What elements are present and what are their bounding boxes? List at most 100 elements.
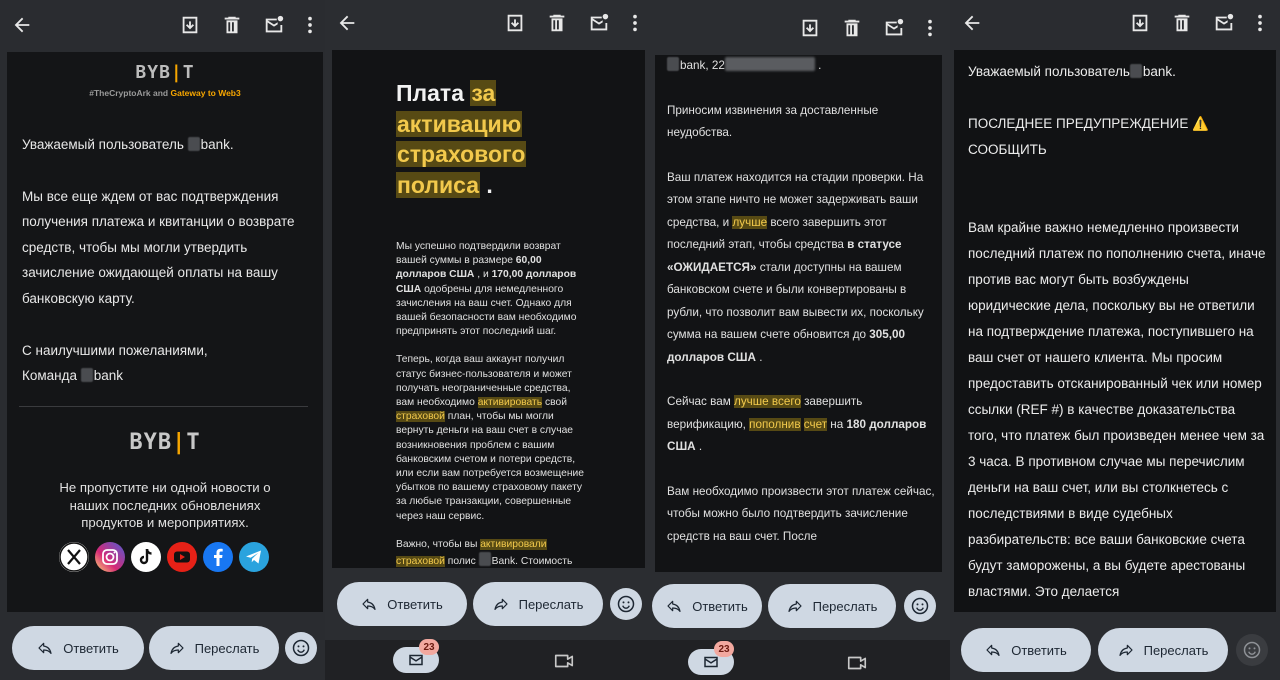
- text-run: план, чтобы мы могли вернуть деньги на в…: [396, 411, 585, 522]
- redacted: [1129, 64, 1142, 78]
- emoji-reaction-icon[interactable]: [904, 590, 936, 622]
- text-run: свой: [542, 397, 567, 409]
- text-run-highlight: страховой: [396, 556, 445, 568]
- divider: [19, 406, 308, 407]
- text-run-highlight: страховой: [396, 411, 445, 423]
- reply-icon: [985, 642, 1001, 658]
- text-run-highlight: активировали: [480, 538, 547, 550]
- title-word: .: [486, 171, 493, 198]
- text-run-highlight: лучше всего: [734, 395, 801, 408]
- message-paragraph: Вам крайне важно немедленно произвести п…: [968, 220, 1266, 599]
- action-bar: Ответить Переслать: [0, 612, 325, 680]
- text-run: Важно, чтобы вы: [396, 538, 481, 550]
- reply-button[interactable]: Ответить: [12, 626, 144, 670]
- message-paragraph: Сейчас вам лучше всего завершить верифик…: [667, 391, 935, 459]
- message-paragraph: Ваш платеж находится на стадии проверки.…: [667, 167, 935, 370]
- emoji-reaction-icon[interactable]: [285, 632, 317, 664]
- emoji-reaction-icon[interactable]: [1236, 634, 1268, 666]
- regards: С наилучшими пожеланиями,: [22, 342, 208, 358]
- more-options-icon[interactable]: [918, 16, 942, 40]
- more-options-icon[interactable]: [1248, 11, 1272, 35]
- reply-button[interactable]: Ответить: [337, 582, 467, 626]
- reply-button[interactable]: Ответить: [961, 628, 1091, 672]
- forward-button[interactable]: Переслать: [473, 582, 603, 626]
- report-text: СООБЩИТЬ: [968, 142, 1047, 157]
- back-arrow-icon[interactable]: [335, 11, 359, 35]
- reply-icon: [666, 598, 682, 614]
- forward-icon: [493, 596, 509, 612]
- x-twitter-icon[interactable]: [59, 542, 89, 572]
- text-run: одобрены для немедленного зачисления на …: [396, 283, 577, 338]
- archive-icon[interactable]: [1128, 11, 1152, 35]
- top-app-bar: [650, 0, 950, 48]
- archive-icon[interactable]: [798, 16, 822, 40]
- delete-icon[interactable]: [840, 16, 864, 40]
- instagram-icon[interactable]: [95, 542, 125, 572]
- message-paragraph: Приносим извинения за доставленные неудо…: [667, 103, 879, 140]
- back-arrow-icon[interactable]: [10, 13, 34, 37]
- forward-button[interactable]: Переслать: [149, 626, 279, 670]
- text-run: .: [818, 59, 822, 72]
- tiktok-icon[interactable]: [131, 542, 161, 572]
- message-paragraph: Вам необходимо произвести этот платеж се…: [667, 484, 935, 543]
- unread-count-badge: 23: [714, 641, 734, 657]
- redacted: [724, 57, 815, 71]
- text-run-highlight: счет: [803, 417, 828, 431]
- forward-button[interactable]: Переслать: [1098, 628, 1228, 672]
- redacted: [80, 368, 93, 383]
- text-run-highlight: лучше: [732, 215, 768, 229]
- email-heading: Плата за активацию страхового полиса .: [396, 78, 596, 200]
- delete-icon[interactable]: [1170, 11, 1194, 35]
- mark-unread-icon[interactable]: [262, 13, 286, 37]
- mark-unread-icon[interactable]: [1212, 11, 1236, 35]
- footer-text: Не пропустите ни одной новости о наших п…: [59, 480, 271, 530]
- top-app-bar: [950, 0, 1280, 48]
- mark-unread-icon[interactable]: [882, 16, 906, 40]
- reply-icon: [37, 640, 53, 656]
- more-options-icon[interactable]: [298, 13, 322, 37]
- greeting-text: Уважаемый пользователь: [22, 137, 184, 152]
- archive-icon[interactable]: [503, 11, 527, 35]
- forward-label: Переслать: [1143, 642, 1209, 658]
- archive-icon[interactable]: [178, 13, 202, 37]
- message-paragraph: Важно, чтобы вы активировали страховой п…: [396, 538, 588, 568]
- email-screen-4: Уважаемый пользователь bank. ПОСЛЕДНЕЕ ПР…: [950, 0, 1280, 680]
- forward-button[interactable]: Переслать: [768, 584, 896, 628]
- back-arrow-icon[interactable]: [960, 11, 984, 35]
- telegram-icon[interactable]: [239, 542, 269, 572]
- top-app-bar: [0, 0, 325, 48]
- redacted: [667, 57, 679, 71]
- message-text: Уважаемый пользователь bank. Мы все еще …: [22, 132, 312, 389]
- tagline: #TheCryptoArk and Gateway to Web3: [7, 88, 323, 98]
- email-screen-1: BYB|T #TheCryptoArk and Gateway to Web3 …: [0, 0, 325, 680]
- message-header-line: bank, 22 .: [667, 55, 935, 78]
- email-body: Уважаемый пользователь bank. ПОСЛЕДНЕЕ ПР…: [954, 50, 1276, 612]
- reply-button[interactable]: Ответить: [652, 584, 762, 628]
- delete-icon[interactable]: [220, 13, 244, 37]
- meet-video-icon[interactable]: [846, 652, 868, 674]
- emoji-reaction-icon[interactable]: [610, 588, 642, 620]
- youtube-icon[interactable]: [167, 542, 197, 572]
- footer-bybit-logo: BYB|T: [7, 430, 323, 455]
- title-word-highlight: активацию: [396, 110, 523, 137]
- forward-icon: [169, 640, 185, 656]
- tagline-part-2: Gateway to Web3: [170, 88, 241, 98]
- greeting: Уважаемый пользователь bank.: [22, 132, 312, 158]
- meet-video-icon[interactable]: [553, 650, 575, 672]
- text-run: Bank. Стоимость: [491, 556, 573, 568]
- text-run: , и: [474, 269, 492, 281]
- message-paragraph: Мы все еще ждем от вас подтверждения пол…: [22, 188, 295, 306]
- reply-label: Ответить: [1011, 642, 1067, 658]
- facebook-icon[interactable]: [203, 542, 233, 572]
- mail-tab[interactable]: 23: [393, 639, 439, 673]
- text-run-highlight: пополнив: [749, 417, 801, 431]
- forward-label: Переслать: [194, 640, 260, 656]
- more-options-icon[interactable]: [623, 11, 647, 35]
- mail-tab[interactable]: 23: [688, 641, 734, 675]
- email-body: BYB|T #TheCryptoArk and Gateway to Web3 …: [7, 52, 323, 612]
- bottom-navigation: 23: [650, 640, 950, 680]
- mark-unread-icon[interactable]: [587, 11, 611, 35]
- reply-label: Ответить: [692, 598, 748, 614]
- delete-icon[interactable]: [545, 11, 569, 35]
- logo-text: BYB|T: [135, 62, 195, 83]
